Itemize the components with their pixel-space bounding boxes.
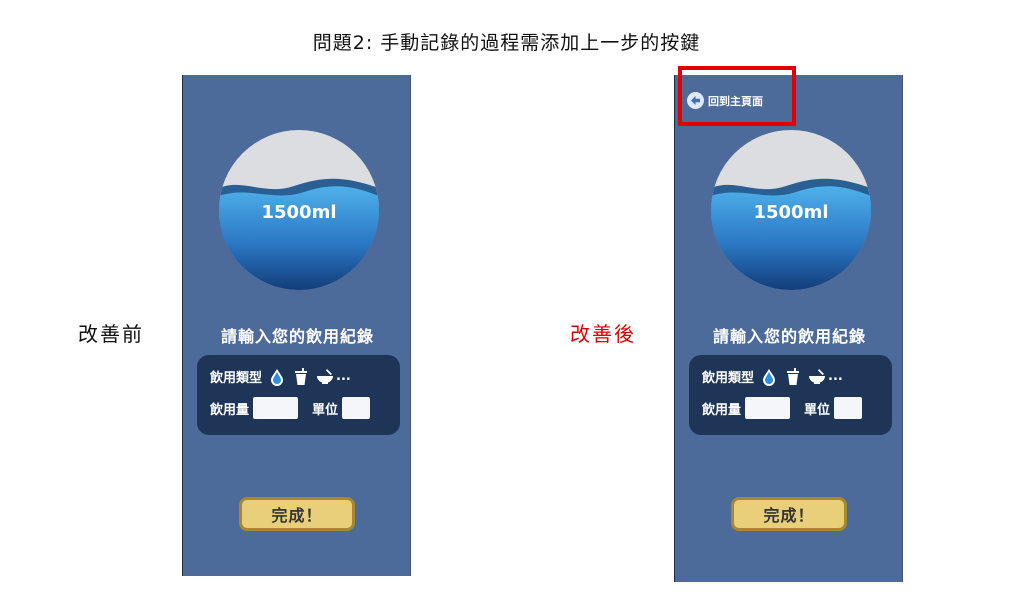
highlight-box: [678, 66, 796, 126]
drink-record-form: 飲用類型 ... 飲用量 單位: [689, 355, 892, 435]
done-button[interactable]: 完成！: [239, 497, 355, 531]
drink-type-label: 飲用類型: [702, 371, 755, 386]
drink-type-row: 飲用類型 ...: [702, 367, 843, 386]
before-label: 改善前: [78, 322, 144, 346]
before-screen: 1500ml 請輸入您的飲用紀錄 飲用類型 ... 飲用量 單位 完成！: [182, 75, 411, 576]
unit-label: 單位: [804, 402, 831, 418]
done-button[interactable]: 完成！: [731, 497, 847, 531]
water-amount-text: 1500ml: [261, 202, 337, 223]
drink-record-form: 飲用類型 ... 飲用量 單位: [197, 355, 400, 435]
bowl-icon[interactable]: [808, 368, 826, 386]
cup-icon[interactable]: [292, 367, 310, 386]
cup-icon[interactable]: [784, 367, 802, 386]
amount-label: 飲用量: [702, 402, 742, 418]
amount-label: 飲用量: [210, 402, 250, 418]
unit-input[interactable]: [834, 397, 863, 419]
amount-input[interactable]: [253, 397, 299, 419]
drink-type-row: 飲用類型 ...: [210, 367, 351, 386]
slide-title: 問題2: 手動記錄的過程需添加上一步的按鍵: [312, 32, 701, 54]
amount-input[interactable]: [745, 397, 791, 419]
unit-label: 單位: [312, 402, 339, 418]
record-title: 請輸入您的飲用紀錄: [220, 327, 374, 346]
amount-row: 飲用量 單位: [702, 397, 863, 419]
more-types-button[interactable]: ...: [336, 369, 351, 384]
water-level-gauge: 1500ml: [711, 130, 871, 290]
bowl-icon[interactable]: [316, 368, 334, 386]
after-label: 改善後: [570, 322, 636, 346]
water-drop-icon[interactable]: [268, 368, 286, 386]
water-amount-text: 1500ml: [753, 202, 829, 223]
drink-type-label: 飲用類型: [210, 371, 263, 386]
after-screen: 回到主頁面 1500ml 請輸入您的飲用紀錄 飲用類型 ... 飲用量 單位 完…: [674, 75, 903, 582]
more-types-button[interactable]: ...: [828, 369, 843, 384]
amount-row: 飲用量 單位: [210, 397, 371, 419]
record-title: 請輸入您的飲用紀錄: [712, 327, 866, 346]
water-drop-icon[interactable]: [760, 368, 778, 386]
unit-input[interactable]: [342, 397, 371, 419]
water-level-gauge: 1500ml: [219, 130, 379, 290]
